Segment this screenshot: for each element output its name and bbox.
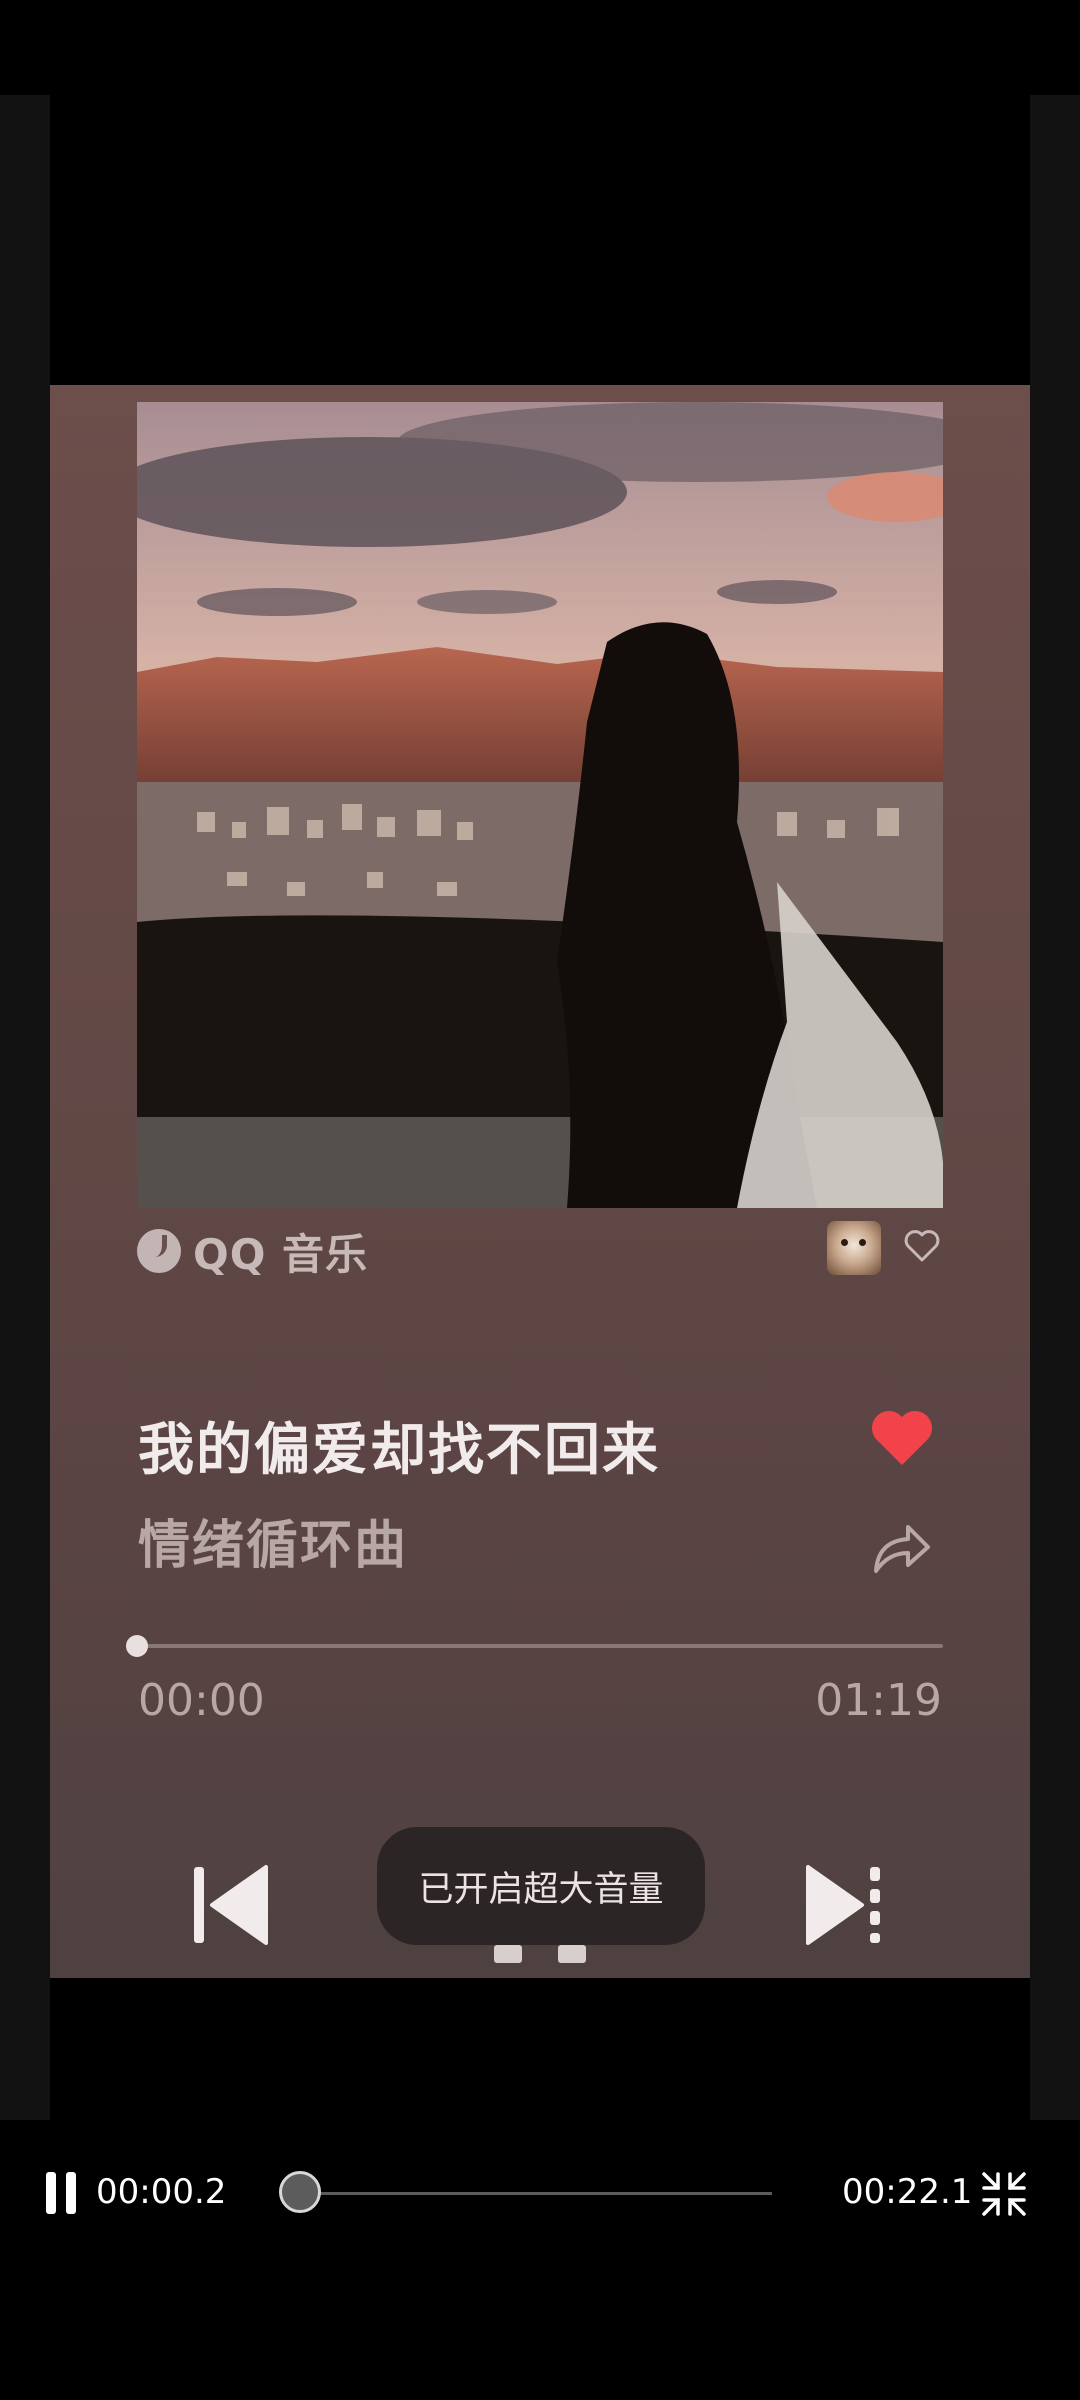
exit-fullscreen-icon[interactable]	[980, 2170, 1028, 2218]
brand-name: QQ 音乐	[193, 1229, 369, 1279]
song-subtitle: 情绪循环曲	[138, 1516, 409, 1576]
video-seek-knob[interactable]	[279, 2171, 322, 2213]
avatar[interactable]	[827, 1221, 881, 1275]
qq-music-icon	[137, 1229, 181, 1273]
heart-filled-icon[interactable]	[868, 1407, 936, 1469]
share-icon[interactable]	[868, 1515, 934, 1581]
skip-previous-icon[interactable]	[190, 1863, 274, 1947]
song-total-time: 01:19	[815, 1675, 942, 1726]
video-player-controls: 00:00.2 00:22.1	[0, 2120, 1080, 2270]
song-title: 我的偏爱却找不回来	[138, 1418, 660, 1483]
skip-next-icon[interactable]	[802, 1863, 912, 1947]
video-frame: QQ 音乐 我的偏爱却找不回来 情绪循环曲 00:00 01:19 已开启超大音…	[50, 385, 1030, 1978]
heart-outline-icon[interactable]	[900, 1223, 944, 1267]
album-cover	[137, 402, 943, 1208]
toast: 已开启超大音量	[377, 1827, 705, 1945]
brand-row: QQ 音乐	[137, 1223, 368, 1279]
right-letterbox	[1030, 95, 1080, 2120]
song-progress-knob[interactable]	[126, 1635, 148, 1657]
pause-icon[interactable]	[46, 2172, 78, 2214]
left-letterbox	[0, 95, 50, 2120]
song-progress-track[interactable]	[137, 1644, 943, 1648]
video-seek-track[interactable]	[296, 2192, 772, 2195]
play-button-partial[interactable]	[490, 1945, 590, 1965]
video-duration: 00:22.1	[842, 2172, 973, 2212]
song-current-time: 00:00	[138, 1675, 265, 1726]
video-current-time: 00:00.2	[96, 2172, 227, 2212]
